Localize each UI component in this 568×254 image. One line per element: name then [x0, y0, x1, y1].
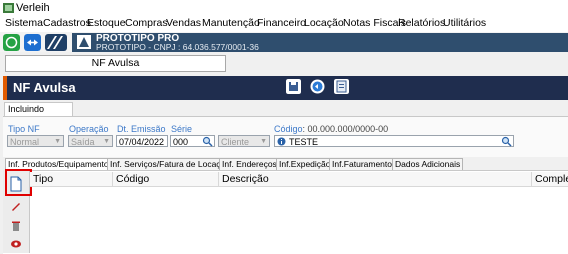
- undo-icon[interactable]: [310, 79, 325, 94]
- detail-tabs: Inf. Produtos/Equipamentos Inf. Serviços…: [3, 158, 568, 171]
- menu-manutencao[interactable]: Manutenção: [202, 17, 260, 29]
- serie-label: Série: [171, 124, 193, 134]
- grid-header: Tipo Código Descrição Complemento: [30, 172, 568, 187]
- codigo-field[interactable]: TESTE: [274, 135, 514, 147]
- dt-emissao-label: Dt. Emissão: [117, 124, 166, 134]
- menu-financeiro[interactable]: Financeiro: [257, 17, 306, 29]
- company-logo-icon: [77, 35, 91, 49]
- logo-icon: [45, 34, 67, 51]
- menu-locacao[interactable]: Locação: [304, 17, 344, 29]
- open-window-tab[interactable]: NF Avulsa: [5, 55, 226, 72]
- chevron-down-icon: ▼: [260, 138, 267, 145]
- company-banner: PROTOTIPO PRO PROTOTIPO - CNPJ : 64.036.…: [72, 33, 568, 52]
- info-icon: [277, 137, 286, 146]
- codigo-value: TESTE: [289, 137, 319, 147]
- view-icon[interactable]: [10, 238, 22, 250]
- column-complemento[interactable]: Complemento: [532, 172, 568, 186]
- header-accent: [3, 76, 7, 100]
- column-descricao[interactable]: Descrição: [219, 172, 532, 186]
- tipo-nf-value: Normal: [10, 137, 40, 147]
- tipo-nf-label: Tipo NF: [8, 124, 40, 134]
- codigo-mask: : 00.000.000/0000-00: [302, 124, 389, 134]
- menu-sistema[interactable]: Sistema: [5, 17, 43, 29]
- serie-value: 000: [173, 137, 189, 147]
- delete-icon[interactable]: [10, 220, 22, 232]
- operacao-select[interactable]: Saída ▼: [68, 135, 113, 147]
- cliente-select[interactable]: Cliente ▼: [218, 135, 270, 147]
- company-subtitle: PROTOTIPO - CNPJ : 64.036.577/0001-36: [96, 42, 259, 52]
- window-title: Verleih: [16, 2, 50, 14]
- report-icon[interactable]: [334, 79, 349, 94]
- column-codigo[interactable]: Código: [113, 172, 219, 186]
- chevron-down-icon: ▼: [103, 138, 110, 145]
- save-icon[interactable]: [286, 79, 301, 94]
- title-bar: Verleih: [0, 0, 568, 16]
- search-icon[interactable]: [501, 136, 512, 147]
- codigo-label-text: Código: [274, 124, 303, 134]
- teamviewer-icon[interactable]: [24, 34, 41, 51]
- codigo-label: Código: 00.000.000/0000-00: [274, 124, 388, 134]
- menu-utilitarios[interactable]: Utilitários: [443, 17, 486, 29]
- whatsapp-icon[interactable]: [3, 34, 20, 51]
- serie-field[interactable]: 000: [170, 135, 215, 147]
- app-icon: [3, 3, 14, 13]
- search-icon[interactable]: [202, 136, 213, 147]
- cliente-placeholder: Cliente: [221, 137, 250, 147]
- form-header: NF Avulsa: [3, 76, 568, 100]
- operacao-value: Saída: [71, 137, 95, 147]
- edit-icon[interactable]: [10, 200, 22, 212]
- menu-cadastros[interactable]: Cadastros: [43, 17, 91, 29]
- menu-vendas[interactable]: Vendas: [166, 17, 201, 29]
- dt-emissao-value: 07/04/2022: [119, 137, 165, 147]
- column-tipo[interactable]: Tipo: [30, 172, 113, 186]
- tipo-nf-select[interactable]: Normal ▼: [7, 135, 64, 147]
- operacao-label: Operação: [69, 124, 109, 134]
- menu-estoque[interactable]: Estoque: [87, 17, 126, 29]
- highlight-box: [5, 169, 32, 196]
- chevron-down-icon: ▼: [54, 138, 61, 145]
- tab-incluindo-registro[interactable]: Incluindo Registro: [4, 102, 73, 127]
- menu-relatorios[interactable]: Relatórios: [398, 17, 445, 29]
- menu-bar: Sistema Cadastros Estoque Compras Vendas…: [0, 16, 568, 32]
- menu-notas-fiscais[interactable]: Notas Fiscais: [343, 17, 406, 29]
- menu-compras[interactable]: Compras: [125, 17, 168, 29]
- page-title: NF Avulsa: [13, 80, 76, 95]
- dt-emissao-field[interactable]: 07/04/2022: [116, 135, 168, 147]
